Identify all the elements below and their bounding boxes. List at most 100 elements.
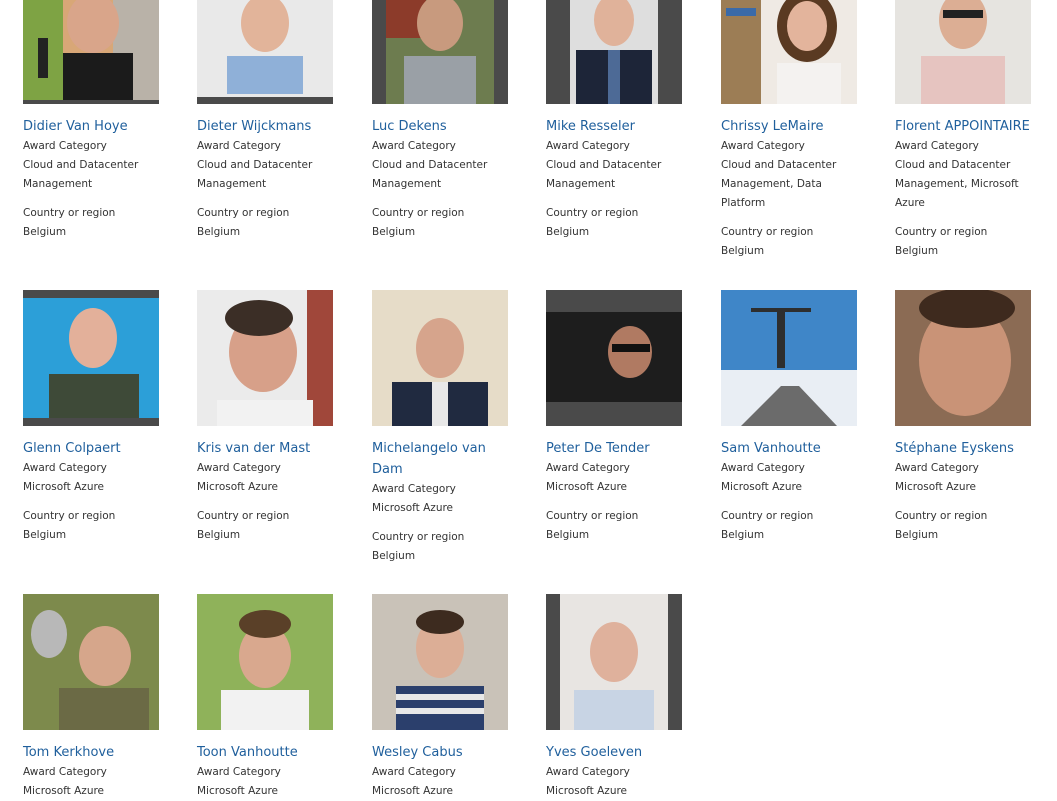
award-category-value: Microsoft Azure [895, 481, 977, 493]
award-category-value: Microsoft Azure [372, 785, 454, 797]
country-value: Belgium [546, 226, 590, 238]
award-category-label: Award Category [546, 462, 630, 474]
profile-name[interactable]: Toon Vanhoutte [197, 742, 337, 763]
profile-photo-florent[interactable] [895, 0, 1031, 104]
award-category-value: Cloud and Datacenter Management [372, 159, 488, 190]
profile-name[interactable]: Didier Van Hoye [23, 116, 163, 137]
country-value: Belgium [546, 529, 590, 541]
country-value: Belgium [895, 245, 939, 257]
profile-name[interactable]: Chrissy LeMaire [721, 116, 861, 137]
country-label: Country or region [546, 510, 639, 522]
profile-card: Michelangelo van Dam Award Category Micr… [372, 290, 532, 566]
profile-name[interactable]: Yves Goeleven [546, 742, 686, 763]
profile-name[interactable]: Stéphane Eyskens [895, 438, 1035, 459]
award-category-label: Award Category [197, 140, 281, 152]
award-category-label: Award Category [23, 462, 107, 474]
country-label: Country or region [546, 207, 639, 219]
award-category-label: Award Category [23, 766, 107, 778]
country-value: Belgium [895, 529, 939, 541]
profile-name[interactable]: Wesley Cabus [372, 742, 512, 763]
profile-card: Florent APPOINTAIRE Award Category Cloud… [895, 0, 1055, 261]
country-label: Country or region [372, 531, 465, 543]
profile-photo-luc[interactable] [372, 0, 508, 104]
profile-name[interactable]: Dieter Wijckmans [197, 116, 337, 137]
country-label: Country or region [721, 510, 814, 522]
profile-name[interactable]: Michelangelo van Dam [372, 438, 512, 480]
country-label: Country or region [895, 226, 988, 238]
country-value: Belgium [197, 226, 241, 238]
profile-photo-peter[interactable] [546, 290, 682, 426]
award-category-label: Award Category [197, 766, 281, 778]
award-category-value: Microsoft Azure [721, 481, 803, 493]
award-category-label: Award Category [895, 462, 979, 474]
award-category-value: Cloud and Datacenter Management, Microso… [895, 159, 1019, 209]
profile-card: Yves Goeleven Award Category Microsoft A… [546, 594, 706, 801]
award-category-value: Microsoft Azure [197, 785, 279, 797]
profile-photo-wesley[interactable] [372, 594, 508, 730]
profile-name[interactable]: Sam Vanhoutte [721, 438, 861, 459]
award-category-value: Cloud and Datacenter Management, Data Pl… [721, 159, 837, 209]
award-category-label: Award Category [197, 462, 281, 474]
profile-photo-kris[interactable] [197, 290, 333, 426]
country-label: Country or region [895, 510, 988, 522]
profile-photo-mike[interactable] [546, 0, 682, 104]
award-category-label: Award Category [546, 140, 630, 152]
profile-name[interactable]: Luc Dekens [372, 116, 512, 137]
award-category-value: Cloud and Datacenter Management [197, 159, 313, 190]
profile-card: Glenn Colpaert Award Category Microsoft … [23, 290, 183, 545]
award-category-label: Award Category [23, 140, 107, 152]
profile-name[interactable]: Kris van der Mast [197, 438, 337, 459]
profile-name[interactable]: Peter De Tender [546, 438, 686, 459]
profile-card: Toon Vanhoutte Award Category Microsoft … [197, 594, 357, 801]
country-value: Belgium [721, 529, 765, 541]
profile-card: Dieter Wijckmans Award Category Cloud an… [197, 0, 357, 242]
country-label: Country or region [197, 510, 290, 522]
award-category-value: Microsoft Azure [546, 785, 628, 797]
award-category-value: Microsoft Azure [546, 481, 628, 493]
profile-card: Wesley Cabus Award Category Microsoft Az… [372, 594, 532, 801]
profile-card: Stéphane Eyskens Award Category Microsof… [895, 290, 1055, 545]
profile-photo-stephane[interactable] [895, 290, 1031, 426]
country-value: Belgium [197, 529, 241, 541]
profile-name[interactable]: Mike Resseler [546, 116, 686, 137]
profile-photo-sam[interactable] [721, 290, 857, 426]
profile-name[interactable]: Tom Kerkhove [23, 742, 163, 763]
profile-card: Sam Vanhoutte Award Category Microsoft A… [721, 290, 881, 545]
country-value: Belgium [372, 226, 416, 238]
profile-card: Mike Resseler Award Category Cloud and D… [546, 0, 706, 242]
country-value: Belgium [372, 550, 416, 562]
country-label: Country or region [23, 510, 116, 522]
profile-photo-dieter[interactable] [197, 0, 333, 104]
profile-photo-didier[interactable] [23, 0, 159, 104]
country-label: Country or region [372, 207, 465, 219]
award-category-label: Award Category [895, 140, 979, 152]
country-label: Country or region [721, 226, 814, 238]
award-category-label: Award Category [721, 462, 805, 474]
award-category-label: Award Category [372, 483, 456, 495]
country-label: Country or region [23, 207, 116, 219]
country-value: Belgium [23, 226, 67, 238]
mvp-grid: Didier Van Hoye Award Category Cloud and… [0, 0, 1057, 800]
profile-card: Peter De Tender Award Category Microsoft… [546, 290, 706, 545]
profile-photo-toon[interactable] [197, 594, 333, 730]
profile-card: Kris van der Mast Award Category Microso… [197, 290, 357, 545]
award-category-value: Microsoft Azure [197, 481, 279, 493]
profile-card: Tom Kerkhove Award Category Microsoft Az… [23, 594, 183, 801]
profile-photo-tom[interactable] [23, 594, 159, 730]
profile-photo-michelangelo[interactable] [372, 290, 508, 426]
profile-card: Chrissy LeMaire Award Category Cloud and… [721, 0, 881, 261]
country-value: Belgium [721, 245, 765, 257]
award-category-label: Award Category [372, 766, 456, 778]
profile-card: Didier Van Hoye Award Category Cloud and… [23, 0, 183, 242]
profile-photo-yves[interactable] [546, 594, 682, 730]
profile-photo-glenn[interactable] [23, 290, 159, 426]
award-category-value: Microsoft Azure [23, 785, 105, 797]
country-label: Country or region [197, 207, 290, 219]
award-category-label: Award Category [721, 140, 805, 152]
profile-name[interactable]: Glenn Colpaert [23, 438, 163, 459]
profile-name[interactable]: Florent APPOINTAIRE [895, 116, 1035, 137]
award-category-value: Microsoft Azure [372, 502, 454, 514]
profile-photo-chrissy[interactable] [721, 0, 857, 104]
award-category-label: Award Category [372, 140, 456, 152]
profile-card: Luc Dekens Award Category Cloud and Data… [372, 0, 532, 242]
